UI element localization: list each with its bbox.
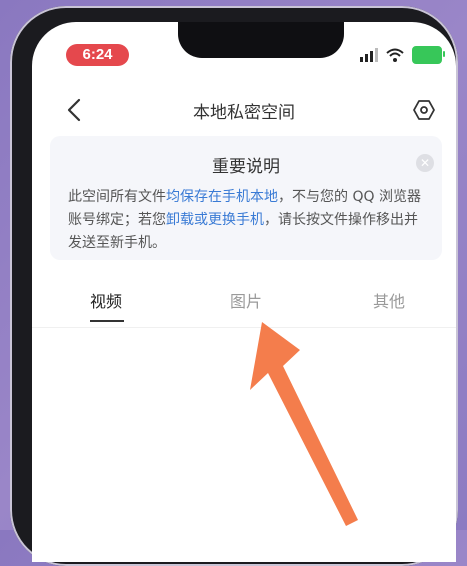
- tab-images[interactable]: 图片: [230, 288, 262, 312]
- page-title: 本地私密空间: [193, 103, 295, 123]
- signal-icon: [360, 48, 378, 62]
- notice-highlight: 卸载或更换手机: [166, 212, 264, 228]
- tab-bar: 视频 图片 其他: [32, 288, 456, 328]
- notice-highlight: 均保存在手机本地: [166, 189, 278, 205]
- active-tab-indicator: [90, 320, 124, 322]
- status-icons: [360, 44, 445, 66]
- tab-video[interactable]: 视频: [90, 288, 122, 312]
- close-icon[interactable]: ✕: [416, 154, 434, 172]
- important-notice-card: 重要说明 ✕ 此空间所有文件均保存在手机本地，不与您的 QQ 浏览器账号绑定；若…: [50, 136, 442, 260]
- tab-other[interactable]: 其他: [373, 288, 405, 312]
- battery-icon: [412, 46, 445, 64]
- status-time: 6:24: [66, 44, 129, 66]
- wifi-icon: [386, 48, 404, 62]
- phone-frame: 6:24 本地私密空间 重要说明 ✕ 此空间所有文件均保存在手机本地，不与您的 …: [10, 6, 458, 566]
- notice-title: 重要说明: [212, 157, 280, 177]
- settings-hexagon-icon[interactable]: [412, 98, 436, 122]
- notice-body: 此空间所有文件均保存在手机本地，不与您的 QQ 浏览器账号绑定；若您卸载或更换手…: [68, 186, 428, 255]
- tab-divider: [32, 327, 456, 328]
- nav-bar: 本地私密空间: [32, 88, 456, 132]
- camera-notch: [178, 22, 344, 58]
- notice-text: 此空间所有文件: [68, 189, 166, 205]
- phone-screen: 6:24 本地私密空间 重要说明 ✕ 此空间所有文件均保存在手机本地，不与您的 …: [32, 22, 456, 562]
